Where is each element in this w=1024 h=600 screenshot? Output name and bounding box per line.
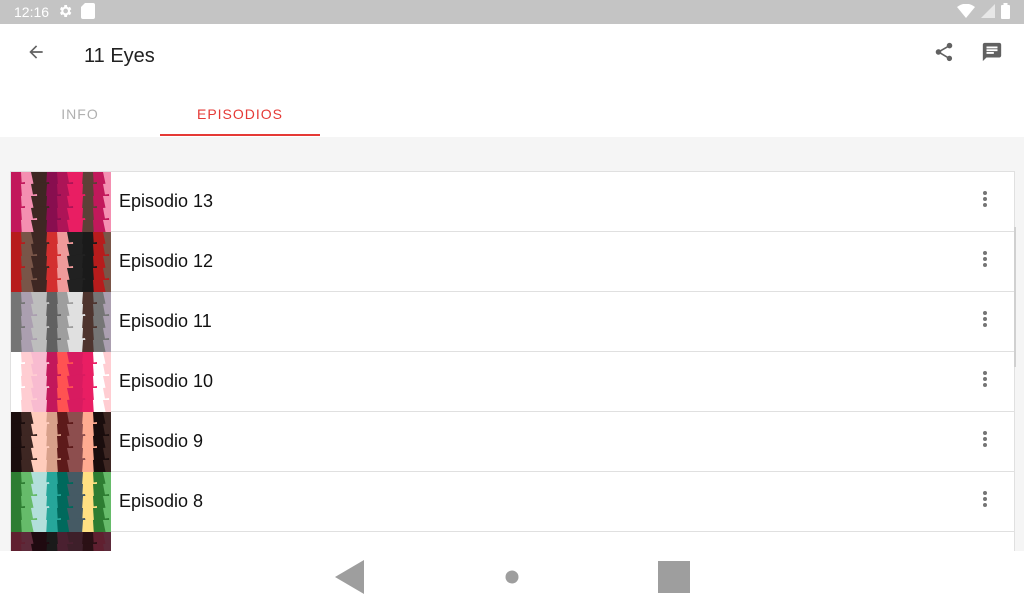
episode-thumbnail <box>11 172 111 232</box>
nav-back-icon <box>332 560 368 599</box>
episode-title: Episodio 8 <box>119 491 204 511</box>
episode-thumbnail <box>11 352 111 412</box>
page-title: 11 Eyes <box>84 45 155 67</box>
episode-more-button[interactable] <box>970 302 1000 342</box>
wifi-icon <box>957 3 975 21</box>
episode-more-button[interactable] <box>970 422 1000 462</box>
episode-list: Episodio 13 Episodio 12 Episodio 11 Episodi… <box>10 171 1015 551</box>
back-arrow-icon <box>26 42 46 67</box>
more-vert-icon <box>982 490 988 513</box>
tab-info[interactable]: INFO <box>0 90 160 137</box>
more-vert-icon <box>982 430 988 453</box>
episode-thumbnail <box>11 412 111 472</box>
tab-indicator <box>160 134 320 136</box>
share-button[interactable] <box>928 38 960 70</box>
episode-row[interactable]: Episodio 8 <box>11 472 1014 532</box>
comment-button[interactable] <box>976 38 1008 70</box>
nav-home-icon <box>503 570 521 590</box>
episode-thumbnail <box>11 292 111 352</box>
episode-row[interactable]: Episodio 13 <box>11 172 1014 232</box>
system-nav-bar <box>0 551 1024 600</box>
nav-back-button[interactable] <box>332 559 368 595</box>
share-icon <box>933 41 955 68</box>
battery-icon <box>1001 2 1010 22</box>
episode-more-button[interactable] <box>970 182 1000 222</box>
nav-recents-button[interactable] <box>656 559 692 595</box>
episode-more-button[interactable] <box>970 482 1000 522</box>
episode-more-button[interactable] <box>970 362 1000 402</box>
episode-title: Episodio 9 <box>119 431 204 451</box>
sd-card-icon <box>81 2 96 22</box>
status-bar: 12:16 <box>0 0 1024 24</box>
episode-title: Episodio 12 <box>119 251 214 271</box>
more-vert-icon <box>982 310 988 333</box>
episode-more-button[interactable] <box>970 242 1000 282</box>
episode-title: Episodio 11 <box>119 311 212 331</box>
episode-thumbnail <box>11 472 111 532</box>
episode-thumbnail <box>11 532 111 551</box>
episode-row[interactable]: Episodio 10 <box>11 352 1014 412</box>
tab-episodios[interactable]: EPISODIOS <box>160 90 320 137</box>
episode-more-button[interactable] <box>970 542 1000 552</box>
episode-title: Episodio 13 <box>119 191 214 211</box>
episode-row[interactable] <box>11 532 1014 551</box>
tab-bar: INFO EPISODIOS <box>0 90 1024 137</box>
episode-title: Episodio 10 <box>119 371 214 391</box>
more-vert-icon <box>982 190 988 213</box>
episode-row[interactable]: Episodio 11 <box>11 292 1014 352</box>
signal-icon <box>981 3 995 21</box>
nav-home-button[interactable] <box>503 568 521 586</box>
episode-thumbnail <box>11 232 111 292</box>
episode-row[interactable]: Episodio 12 <box>11 232 1014 292</box>
nav-recents-icon <box>656 561 692 599</box>
more-vert-icon <box>982 370 988 393</box>
episode-list-container[interactable]: Episodio 13 Episodio 12 Episodio 11 Episodi… <box>0 137 1024 551</box>
app-bar: 11 Eyes <box>0 24 1024 90</box>
more-vert-icon <box>982 250 988 273</box>
back-button[interactable] <box>20 38 52 70</box>
scrollbar[interactable] <box>1014 227 1016 367</box>
comment-icon <box>981 41 1003 68</box>
episode-row[interactable]: Episodio 9 <box>11 412 1014 472</box>
settings-icon <box>57 3 73 22</box>
status-time: 12:16 <box>14 4 50 20</box>
